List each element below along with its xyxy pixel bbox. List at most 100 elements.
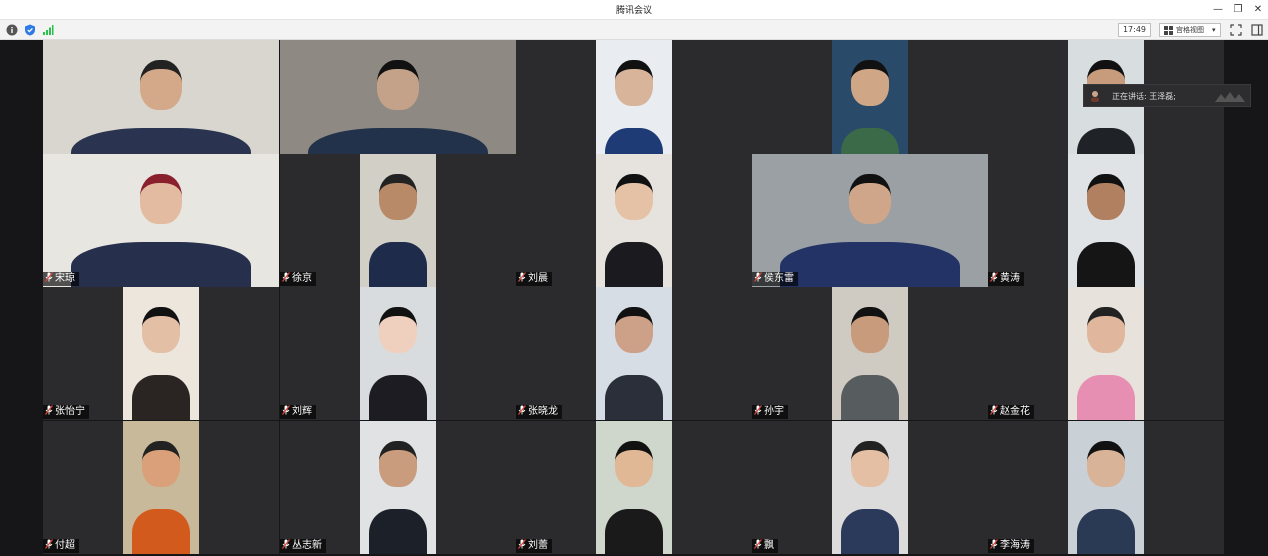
video-grid: 云欣王泽磊赵文胜闫旭罗光利宋琼徐京刘晨侯东雷黄涛张怡宁刘辉张晓龙孙宇赵金花付超丛… — [0, 40, 1268, 556]
participant-video — [832, 287, 908, 420]
participant-name: 付超 — [55, 540, 75, 551]
participant-tile[interactable]: 张晓龙 — [516, 287, 752, 420]
participant-body — [369, 375, 427, 420]
participant-video — [832, 421, 908, 554]
participant-tile[interactable]: 飘 — [752, 421, 988, 554]
mic-muted-icon — [518, 272, 526, 282]
participant-body — [605, 509, 663, 554]
participant-face — [1087, 307, 1125, 353]
participant-video — [1068, 287, 1144, 420]
participant-tile[interactable]: 李海涛 — [988, 421, 1224, 554]
mic-muted-icon — [754, 405, 762, 415]
participant-tile[interactable]: 宋琼 — [43, 154, 279, 287]
participant-video — [123, 421, 199, 554]
participant-name: 侯东雷 — [764, 273, 794, 284]
participant-tile[interactable]: 付超 — [43, 421, 279, 554]
participant-face — [379, 307, 417, 353]
participant-body — [841, 375, 899, 420]
participant-tile[interactable]: 黄涛 — [988, 154, 1224, 287]
participant-face — [1087, 441, 1125, 487]
mic-muted-icon — [754, 539, 762, 549]
restore-button[interactable]: ❐ — [1230, 2, 1246, 18]
participant-face — [615, 307, 653, 353]
participant-name-tag: 孙宇 — [752, 405, 788, 419]
participant-tile[interactable]: 孙宇 — [752, 287, 988, 420]
participant-tile[interactable]: 刘蕾 — [516, 421, 752, 554]
participant-name: 孙宇 — [764, 406, 784, 417]
participant-video — [752, 154, 988, 287]
participant-video — [360, 154, 436, 287]
fullscreen-icon[interactable] — [1230, 24, 1242, 36]
participant-name-tag: 刘晨 — [516, 272, 552, 286]
participant-face — [851, 441, 889, 487]
participant-name-tag: 丛志新 — [280, 539, 326, 553]
participant-face — [377, 60, 419, 111]
sidebar-icon[interactable] — [1251, 24, 1263, 36]
meeting-toolbar: 17:49 宫格视图 ▾ — [0, 20, 1268, 40]
mic-muted-icon — [990, 539, 998, 549]
participant-name-tag: 刘蕾 — [516, 539, 552, 553]
participant-video — [596, 287, 672, 420]
participant-video — [596, 154, 672, 287]
waveform-icon — [1215, 92, 1245, 102]
mic-muted-icon — [282, 405, 290, 415]
participant-face — [615, 174, 653, 220]
participant-name-tag: 宋琼 — [43, 272, 79, 286]
participant-tile[interactable]: 丛志新 — [280, 421, 516, 554]
participant-body — [1077, 242, 1135, 287]
participant-video — [1068, 421, 1144, 554]
participant-body — [132, 375, 190, 420]
participant-face — [142, 441, 180, 487]
speaking-indicator: 正在讲话: 王泽磊; — [1083, 84, 1251, 107]
participant-name: 李海涛 — [1000, 540, 1030, 551]
participant-body — [841, 509, 899, 554]
participant-tile[interactable]: 侯东雷 — [752, 154, 988, 287]
participant-body — [605, 242, 663, 287]
participant-body — [369, 242, 427, 287]
mic-muted-icon — [45, 272, 53, 282]
mic-muted-icon — [282, 272, 290, 282]
meeting-time: 17:49 — [1118, 23, 1151, 37]
participant-face — [140, 174, 182, 225]
participant-name: 张怡宁 — [55, 406, 85, 417]
participant-face — [1087, 174, 1125, 220]
participant-tile[interactable]: 徐京 — [280, 154, 516, 287]
participant-video — [360, 421, 436, 554]
participant-tile[interactable]: 刘辉 — [280, 287, 516, 420]
participant-tile[interactable]: 张怡宁 — [43, 287, 279, 420]
participant-name-tag: 徐京 — [280, 272, 316, 286]
participant-face — [615, 441, 653, 487]
participant-tile[interactable]: 赵金花 — [988, 287, 1224, 420]
participant-name: 刘辉 — [292, 406, 312, 417]
window-title: 腾讯会议 — [615, 6, 652, 16]
mic-muted-icon — [45, 405, 53, 415]
info-icon[interactable] — [6, 24, 18, 36]
participant-name-tag: 刘辉 — [280, 405, 316, 419]
participant-name: 刘晨 — [528, 273, 548, 284]
participant-name: 丛志新 — [292, 540, 322, 551]
mic-muted-icon — [518, 539, 526, 549]
participant-name-tag: 黄涛 — [988, 272, 1024, 286]
participant-name-tag: 李海涛 — [988, 539, 1034, 553]
participant-face — [851, 60, 889, 106]
speaking-label: 正在讲话: 王泽磊; — [1112, 92, 1176, 101]
participant-name: 张晓龙 — [528, 406, 558, 417]
participant-video — [360, 287, 436, 420]
participant-face — [379, 174, 417, 220]
participant-video — [1068, 154, 1144, 287]
participant-video — [123, 287, 199, 420]
participant-name-tag: 飘 — [752, 539, 778, 553]
participant-name: 徐京 — [292, 273, 312, 284]
participant-name-tag: 侯东雷 — [752, 272, 798, 286]
minimize-button[interactable]: — — [1210, 2, 1226, 18]
close-button[interactable]: ✕ — [1250, 2, 1266, 18]
participant-name-tag: 张晓龙 — [516, 405, 562, 419]
signal-icon[interactable] — [42, 24, 54, 36]
participant-body — [1077, 509, 1135, 554]
shield-icon[interactable] — [24, 24, 36, 36]
participant-tile[interactable]: 刘晨 — [516, 154, 752, 287]
participant-face — [615, 60, 653, 106]
chevron-down-icon: ▾ — [1212, 26, 1216, 34]
layout-view-button[interactable]: 宫格视图 ▾ — [1159, 23, 1221, 37]
participant-face — [140, 60, 182, 111]
